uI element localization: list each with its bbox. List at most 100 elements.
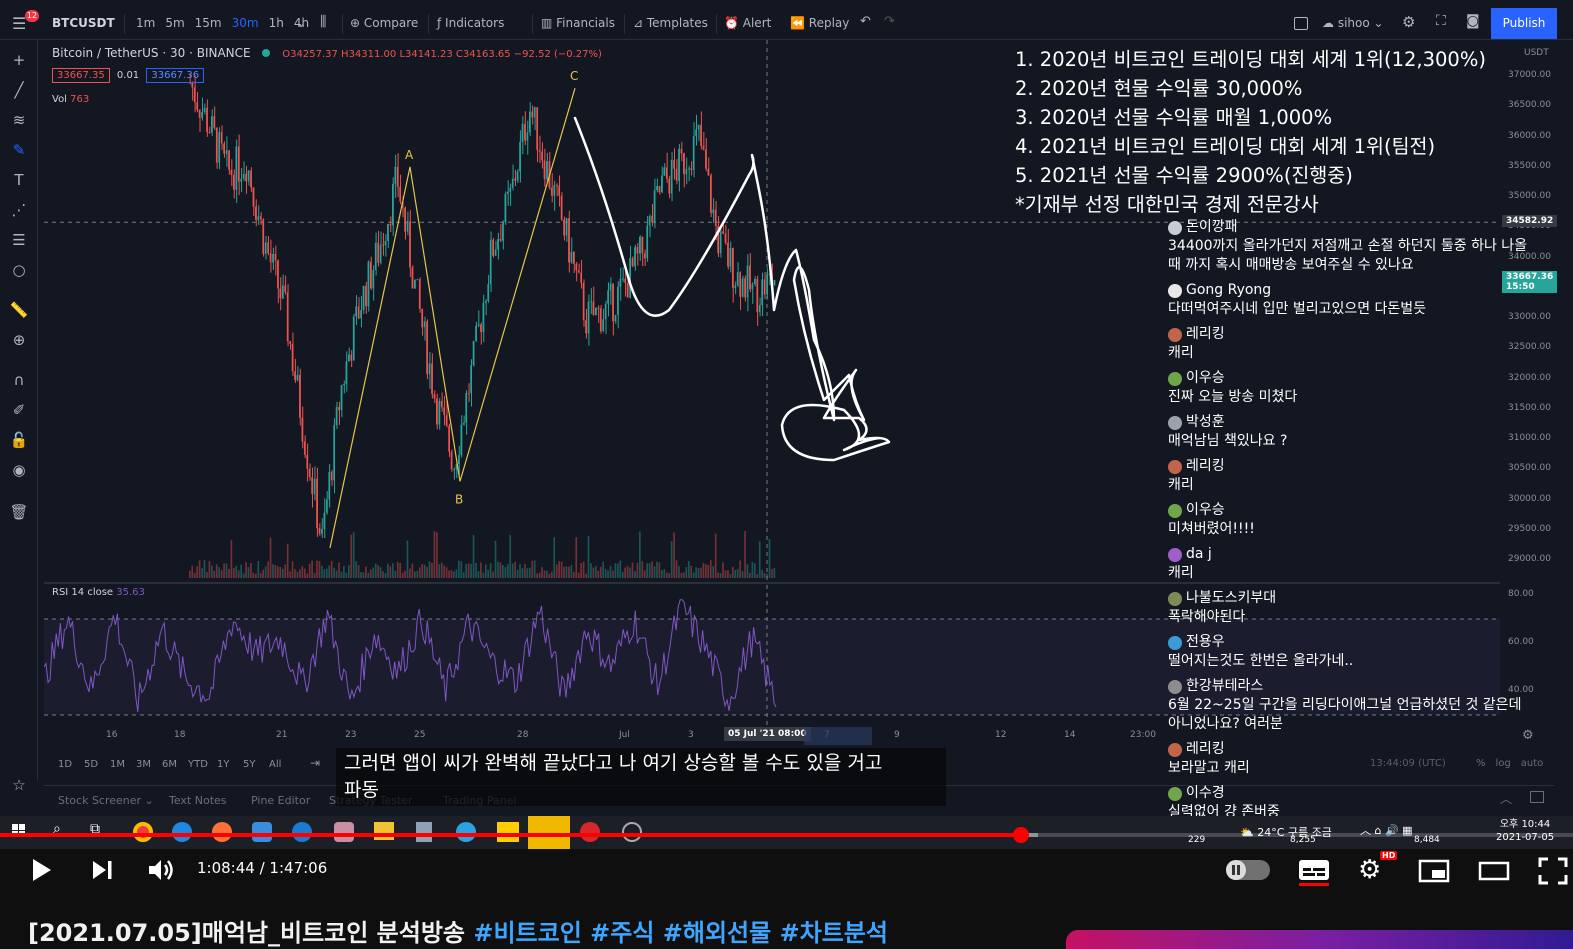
camera-icon[interactable]: ◙ [1466,13,1480,29]
range-YTD[interactable]: YTD [188,759,208,770]
financials-button[interactable]: ▥ Financials [541,16,615,30]
range-5Y[interactable]: 5Y [243,759,255,770]
lock-icon[interactable]: 🔓 [9,430,29,450]
compare-button[interactable]: ⊕ Compare [350,16,418,30]
range-3M[interactable]: 3M [136,759,151,770]
fullscreen-button[interactable] [1538,857,1568,889]
alert-button[interactable]: ⏰ Alert [724,16,771,30]
redo-icon[interactable]: ↷ [884,14,895,29]
undo-icon[interactable]: ↶ [860,14,871,29]
drawing-toolbar: + ╱ ≋ ✎ T ⋰ ☰ ○ 📏 ⊕ ∩ ✐ 🔓 ◉ 🗑 ☆ [0,40,38,794]
calculator-icon[interactable] [416,822,432,842]
volume-bar [604,568,607,578]
templates-button[interactable]: ⊿ Templates [633,16,708,30]
volume-bar [700,567,702,578]
hashtag-link[interactable]: #비트코인 [473,919,590,947]
trendline-icon[interactable]: ╱ [9,80,29,100]
panel-tab[interactable]: Pine Editor [251,794,310,807]
system-clock[interactable]: 오후 10:44 2021-07-05 [1496,818,1554,844]
clock-app-icon[interactable] [622,822,642,842]
app-icon[interactable] [580,822,600,842]
app-icon[interactable] [334,822,354,842]
range-All[interactable]: All [269,759,281,770]
maximize-panel-icon[interactable] [1530,791,1544,803]
candle [555,185,558,187]
range-6M[interactable]: 6M [162,759,177,770]
theater-button[interactable] [1478,861,1510,885]
interval-1h[interactable]: 1h [269,16,284,30]
telegram-icon[interactable] [456,822,476,842]
ask-price[interactable]: 33667.36 [146,68,205,83]
gear-icon[interactable]: ⚙ [1358,856,1381,884]
app-icon[interactable] [252,822,272,842]
trash-icon[interactable]: 🗑 [9,502,29,522]
volume-bar [303,568,306,578]
cloud-save[interactable]: ☁ sihoo ⌄ [1322,16,1384,30]
panel-tab[interactable]: Stock Screener ⌄ [58,794,154,807]
interval-1m[interactable]: 1m [136,16,155,30]
next-button[interactable] [90,858,114,886]
pause-icon [1226,860,1246,880]
chrome-icon[interactable] [133,822,153,842]
volume-button[interactable] [147,858,175,886]
lock-draw-icon[interactable]: ✐ [9,400,29,420]
edge-icon[interactable] [172,822,192,842]
talk-icon[interactable] [497,822,519,842]
gear-icon[interactable]: ⚙ [1402,13,1415,31]
volume-bar [526,568,529,578]
replay-button[interactable]: ⏪ Replay [790,16,849,30]
promo-banner[interactable] [1066,930,1573,949]
miniplayer-button[interactable] [1418,859,1450,887]
play-button[interactable] [30,857,54,887]
symbol-search[interactable]: BTCUSDT [52,16,115,30]
chevron-down-icon[interactable]: ⌄ [296,16,306,30]
hashtag-link[interactable]: #주식 [590,919,663,947]
pattern-icon[interactable]: ⋰ [9,200,29,220]
candles-icon[interactable]: ⫼ [320,14,326,30]
panel-tab[interactable]: Text Notes [169,794,227,807]
range-1M[interactable]: 1M [110,759,125,770]
ie-icon[interactable] [292,822,312,842]
shapes-icon[interactable]: ○ [9,260,29,280]
weather-widget[interactable]: ⛅ 24°C 구름 조금 [1240,824,1332,840]
candle [492,239,494,256]
subtitles-button[interactable] [1298,858,1330,890]
zoom-icon[interactable]: ⊕ [9,330,29,350]
scrubber-handle[interactable] [1012,827,1029,843]
ruler-icon[interactable]: 📏 [9,300,29,320]
prediction-icon[interactable]: ☰ [9,230,29,250]
folder-icon[interactable] [374,822,394,840]
indicators-button[interactable]: ƒ Indicators [437,16,504,30]
interval-30m[interactable]: 30m [232,16,259,30]
goto-date-icon[interactable]: ⇥ [310,756,320,770]
volume-bar [286,543,289,578]
volume-bar [709,560,712,578]
fib-icon[interactable]: ≋ [9,110,29,130]
eye-icon[interactable]: ◉ [9,460,29,480]
hashtag-link[interactable]: #차트분석 [780,919,888,947]
range-1Y[interactable]: 1Y [217,759,229,770]
interval-15m[interactable]: 15m [195,16,222,30]
layout-icon[interactable] [1294,17,1308,30]
volume-bar [404,570,406,578]
candle [634,247,636,267]
firefox-icon[interactable] [212,822,232,842]
fullscreen-icon[interactable]: ⛶ [1436,13,1446,29]
range-5D[interactable]: 5D [84,759,98,770]
video-frame[interactable]: ☰ 12 BTCUSDT 1m 5m 15m 30m 1h 4h ⌄ ⫼ ⊕ Compar… [0,0,1573,849]
autoplay-toggle[interactable] [1226,860,1270,880]
publish-button[interactable]: Publish [1491,8,1557,39]
crosshair-icon[interactable]: + [9,50,29,70]
hashtag-link[interactable]: #해외선물 [663,919,780,947]
candle [206,107,208,132]
interval-5m[interactable]: 5m [165,16,184,30]
wave-label-A: A [405,148,414,162]
text-tool-icon[interactable]: T [9,170,29,190]
brush-icon[interactable]: ✎ [9,140,29,160]
range-1D[interactable]: 1D [58,759,72,770]
star-icon[interactable]: ☆ [9,775,29,795]
magnet-icon[interactable]: ∩ [9,370,29,390]
progress-bar[interactable] [0,833,1573,837]
bid-price[interactable]: 33667.35 [52,68,110,83]
volume-bar [621,571,624,578]
